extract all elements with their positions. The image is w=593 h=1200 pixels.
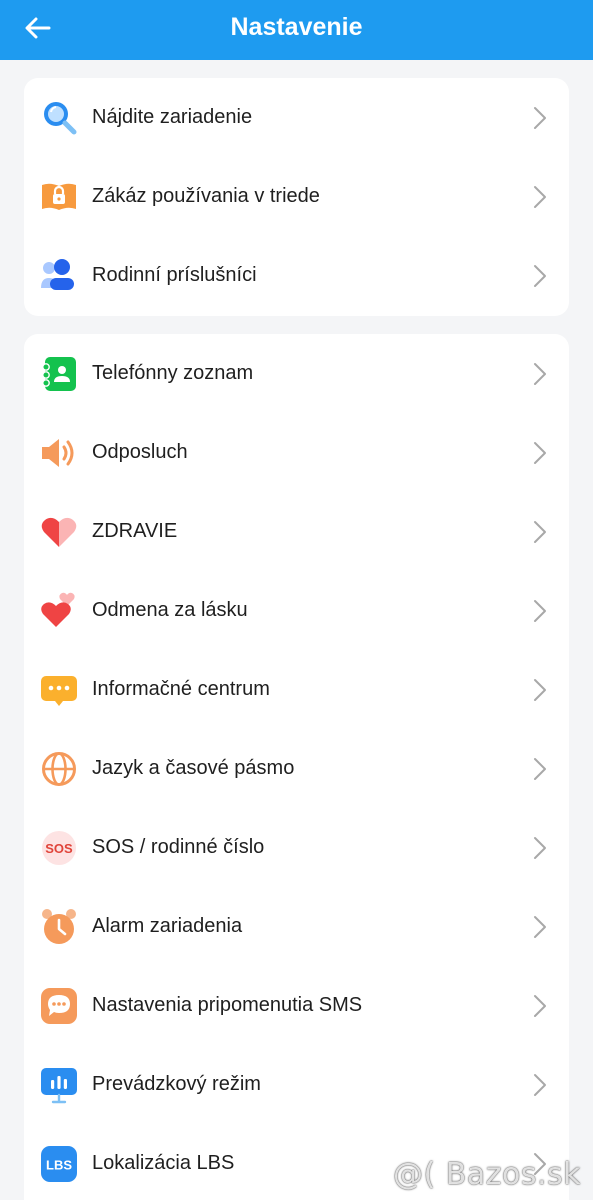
settings-group-primary: Nájdite zariadenie Zákáz používania v tr…	[24, 78, 569, 316]
settings-item-operating-mode[interactable]: Prevádzkový režim	[24, 1045, 569, 1124]
chevron-right-icon	[534, 995, 546, 1017]
settings-item-label: ZDRAVIE	[92, 520, 178, 542]
chevron-right-icon	[534, 265, 546, 287]
speaker-icon	[40, 434, 78, 472]
settings-item-label: Odposluch	[92, 441, 188, 463]
sos-icon: SOS	[40, 829, 78, 867]
settings-item-label: Telefónny zoznam	[92, 362, 254, 384]
settings-item-listen[interactable]: Odposluch	[24, 413, 569, 492]
settings-item-alarm[interactable]: Alarm zariadenia	[24, 887, 569, 966]
settings-group-secondary: Telefónny zoznam Odposluch ZDRAVIE Odmen…	[24, 334, 569, 1200]
settings-item-label: Zákáz používania v triede	[92, 185, 320, 207]
globe-icon	[40, 750, 78, 788]
settings-item-label: Nastavenia pripomenutia SMS	[92, 994, 363, 1016]
chevron-right-icon	[534, 758, 546, 780]
chevron-right-icon	[534, 521, 546, 543]
settings-item-language-timezone[interactable]: Jazyk a časové pásmo	[24, 729, 569, 808]
chevron-right-icon	[534, 1074, 546, 1096]
settings-item-label: Lokalizácia LBS	[92, 1152, 235, 1174]
settings-item-info-center[interactable]: Informačné centrum	[24, 650, 569, 729]
svg-text:LBS: LBS	[46, 1158, 72, 1173]
settings-item-label: Odmena za lásku	[92, 599, 248, 621]
settings-item-health[interactable]: ZDRAVIE	[24, 492, 569, 571]
settings-item-label: Alarm zariadenia	[92, 915, 243, 937]
settings-item-label: Prevádzkový režim	[92, 1073, 261, 1095]
settings-item-class-mode[interactable]: Zákáz používania v triede	[24, 157, 569, 236]
heart-icon	[40, 513, 78, 551]
chevron-right-icon	[534, 186, 546, 208]
page-title: Nastavenie	[230, 13, 363, 41]
sms-bubble-icon	[40, 987, 78, 1025]
settings-item-label: Informačné centrum	[92, 678, 270, 700]
magnifier-icon	[40, 99, 78, 137]
settings-item-family-members[interactable]: Rodinní príslušníci	[24, 236, 569, 315]
family-members-icon	[40, 257, 78, 295]
chevron-right-icon	[534, 679, 546, 701]
chevron-right-icon	[534, 600, 546, 622]
settings-item-phonebook[interactable]: Telefónny zoznam	[24, 334, 569, 413]
message-dots-icon	[40, 671, 78, 709]
book-lock-icon	[40, 178, 78, 216]
chevron-right-icon	[534, 442, 546, 464]
settings-item-label: SOS / rodinné číslo	[92, 836, 265, 858]
svg-text:SOS: SOS	[45, 841, 73, 856]
lbs-icon: LBS	[40, 1145, 78, 1183]
settings-item-sms-reminder[interactable]: Nastavenia pripomenutia SMS	[24, 966, 569, 1045]
operating-mode-icon	[40, 1066, 78, 1104]
watermark: @( Bazos.sk	[393, 1157, 581, 1192]
settings-item-love-reward[interactable]: Odmena za lásku	[24, 571, 569, 650]
hearts-icon	[40, 592, 78, 630]
settings-item-label: Nájdite zariadenie	[92, 106, 253, 128]
settings-item-sos[interactable]: SOS SOS / rodinné číslo	[24, 808, 569, 887]
chevron-right-icon	[534, 916, 546, 938]
settings-item-find-device[interactable]: Nájdite zariadenie	[24, 78, 569, 157]
chevron-right-icon	[534, 363, 546, 385]
settings-item-label: Rodinní príslušníci	[92, 264, 257, 286]
alarm-clock-icon	[40, 908, 78, 946]
phonebook-icon	[40, 355, 78, 393]
app-header: Nastavenie	[0, 0, 593, 60]
settings-item-label: Jazyk a časové pásmo	[92, 757, 295, 779]
chevron-right-icon	[534, 837, 546, 859]
chevron-right-icon	[534, 107, 546, 129]
